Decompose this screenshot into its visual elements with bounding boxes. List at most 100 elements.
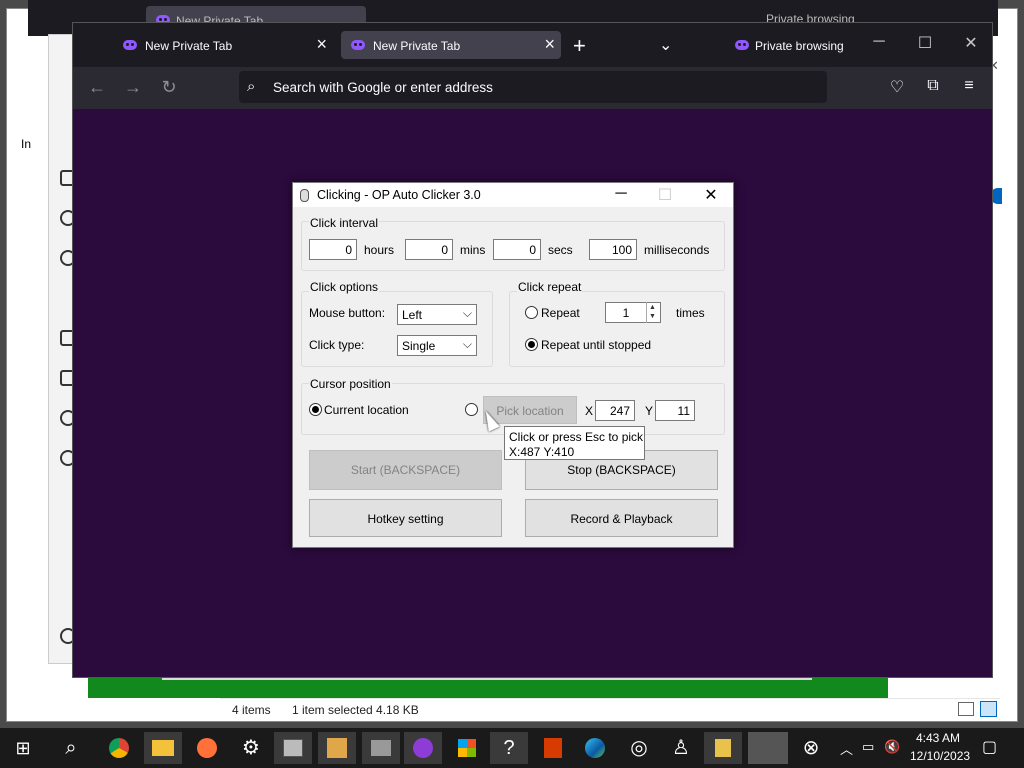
- maximize-icon[interactable]: ☐: [915, 33, 935, 53]
- mins-label: mins: [460, 243, 486, 257]
- taskbar: ⊞ ⌕ ⚙ ? ◎ ♙ ⊗ ︿ ▭ 🔇 4:43 AM 12/10/2023 ▢: [0, 728, 1024, 768]
- repeat-count-stepper[interactable]: ▲ ▼: [646, 302, 660, 323]
- url-bar[interactable]: ⌕ Search with Google or enter address: [239, 71, 827, 103]
- app-icon[interactable]: [274, 732, 312, 764]
- x-coordinate-input[interactable]: 247: [595, 400, 635, 421]
- stepper-up-icon[interactable]: ▲: [649, 304, 656, 311]
- thumbnail-icon[interactable]: [748, 732, 788, 764]
- menu-icon[interactable]: ≡: [957, 77, 981, 95]
- tab-label: New Private Tab: [373, 39, 461, 53]
- stop-button-label: Stop (BACKSPACE): [567, 463, 676, 477]
- app3-icon[interactable]: ◎: [620, 732, 658, 764]
- chevron-down-icon: ⌵: [462, 306, 472, 320]
- pocket-icon[interactable]: ♡: [885, 77, 909, 97]
- notification-icon[interactable]: ▢: [982, 737, 997, 757]
- dialog-title: Clicking - OP Auto Clicker 3.0: [317, 188, 481, 202]
- chevron-up-icon[interactable]: ︿: [840, 739, 853, 758]
- firefox-icon[interactable]: [188, 732, 226, 764]
- hours-input[interactable]: 0: [309, 239, 357, 260]
- click-repeat-label: Click repeat: [517, 280, 583, 294]
- click-type-value: Single: [402, 339, 436, 353]
- volume-muted-icon[interactable]: 🔇: [884, 739, 900, 755]
- click-interval-label: Click interval: [309, 216, 380, 230]
- auto-clicker-dialog: Clicking - OP Auto Clicker 3.0 ─ ☐ ✕ Cli…: [292, 182, 734, 548]
- milliseconds-input[interactable]: 100: [589, 239, 637, 260]
- clock-date[interactable]: 12/10/2023: [910, 749, 970, 763]
- click-type-select[interactable]: Single ⌵: [397, 335, 477, 356]
- search-icon[interactable]: ⌕: [52, 732, 90, 764]
- start-button-label: Start (BACKSPACE): [350, 463, 461, 477]
- close-icon[interactable]: ✕: [961, 33, 981, 53]
- app2-icon[interactable]: [362, 732, 400, 764]
- tab-label: New Private Tab: [145, 39, 233, 53]
- secs-label: secs: [548, 243, 573, 257]
- repeat-until-stopped-label: Repeat until stopped: [541, 338, 652, 352]
- mouse-button-select[interactable]: Left ⌵: [397, 304, 477, 325]
- pick-location-label: Pick location: [496, 404, 564, 418]
- dialog-titlebar[interactable]: Clicking - OP Auto Clicker 3.0 ─ ☐ ✕: [293, 183, 733, 207]
- firefox-private-icon[interactable]: [404, 732, 442, 764]
- mouse-icon: [300, 189, 309, 202]
- minimize-icon[interactable]: ─: [611, 185, 631, 203]
- back-arrow-icon[interactable]: ←: [85, 77, 109, 98]
- milliseconds-label: milliseconds: [644, 243, 710, 257]
- current-location-radio[interactable]: [309, 403, 322, 416]
- close-tab-icon[interactable]: ×: [316, 34, 327, 55]
- app4-icon[interactable]: ♙: [662, 732, 700, 764]
- close-icon[interactable]: ✕: [701, 185, 721, 205]
- people-icon[interactable]: [318, 732, 356, 764]
- private-mask-icon: [123, 40, 137, 50]
- url-placeholder: Search with Google or enter address: [273, 80, 493, 95]
- click-options-label: Click options: [309, 280, 380, 294]
- tooltip-line-2: X:487 Y:410: [509, 445, 575, 459]
- chrome-icon[interactable]: [100, 732, 138, 764]
- file-explorer-icon[interactable]: [144, 732, 182, 764]
- minimize-icon[interactable]: ─: [869, 33, 889, 51]
- security-icon[interactable]: [704, 732, 742, 764]
- edge-icon[interactable]: [576, 732, 614, 764]
- mins-input[interactable]: 0: [405, 239, 453, 260]
- current-location-label: Current location: [324, 403, 409, 417]
- close-tab-icon[interactable]: ×: [544, 34, 555, 55]
- tab-new-private-2[interactable]: New Private Tab ×: [341, 31, 561, 59]
- y-coordinate-input[interactable]: 11: [655, 400, 695, 421]
- private-browsing-label: Private browsing: [755, 39, 844, 53]
- start-icon[interactable]: ⊞: [4, 732, 42, 764]
- xbox-icon[interactable]: ⊗: [792, 732, 830, 764]
- network-icon[interactable]: ▭: [862, 739, 874, 755]
- store-icon[interactable]: [448, 732, 486, 764]
- click-type-label: Click type:: [309, 338, 365, 352]
- explorer-status-bar: 4 items 1 item selected 4.18 KB: [220, 698, 1000, 720]
- tiles-view-icon[interactable]: [980, 701, 997, 717]
- reload-icon[interactable]: ↻: [157, 77, 181, 98]
- help-icon[interactable]: ?: [490, 732, 528, 764]
- record-playback-button[interactable]: Record & Playback: [525, 499, 718, 537]
- clock-time[interactable]: 4:43 AM: [916, 731, 960, 745]
- stepper-down-icon[interactable]: ▼: [649, 313, 656, 320]
- hotkey-setting-label: Hotkey setting: [367, 512, 444, 526]
- secs-input[interactable]: 0: [493, 239, 541, 260]
- office-icon[interactable]: [534, 732, 572, 764]
- extensions-icon[interactable]: ⧉: [921, 77, 945, 95]
- tab-new-private-1[interactable]: New Private Tab ×: [113, 31, 333, 59]
- explorer-sidebar-label: In: [21, 137, 32, 151]
- pick-location-button: Pick location: [483, 396, 577, 424]
- tab-bar: New Private Tab × New Private Tab × + ⌄ …: [73, 23, 992, 67]
- repeat-radio[interactable]: [525, 306, 538, 319]
- repeat-until-stopped-radio[interactable]: [525, 338, 538, 351]
- search-icon: ⌕: [247, 78, 256, 95]
- forward-arrow-icon[interactable]: →: [121, 77, 145, 98]
- hotkey-setting-button[interactable]: Hotkey setting: [309, 499, 502, 537]
- mouse-button-value: Left: [402, 308, 423, 322]
- new-tab-icon[interactable]: +: [573, 33, 586, 59]
- settings-icon[interactable]: ⚙: [232, 732, 270, 764]
- tooltip-line-1: Click or press Esc to pick: [509, 430, 644, 444]
- pick-location-radio[interactable]: [465, 403, 478, 416]
- start-button: Start (BACKSPACE): [309, 450, 502, 490]
- cursor-position-label: Cursor position: [309, 377, 392, 391]
- mouse-button-label: Mouse button:: [309, 306, 386, 320]
- chevron-down-icon[interactable]: ⌄: [659, 35, 672, 55]
- status-item-count: 4 items: [232, 703, 271, 717]
- details-view-icon[interactable]: [958, 702, 974, 716]
- pick-location-tooltip: Click or press Esc to pick X:487 Y:410: [504, 426, 645, 460]
